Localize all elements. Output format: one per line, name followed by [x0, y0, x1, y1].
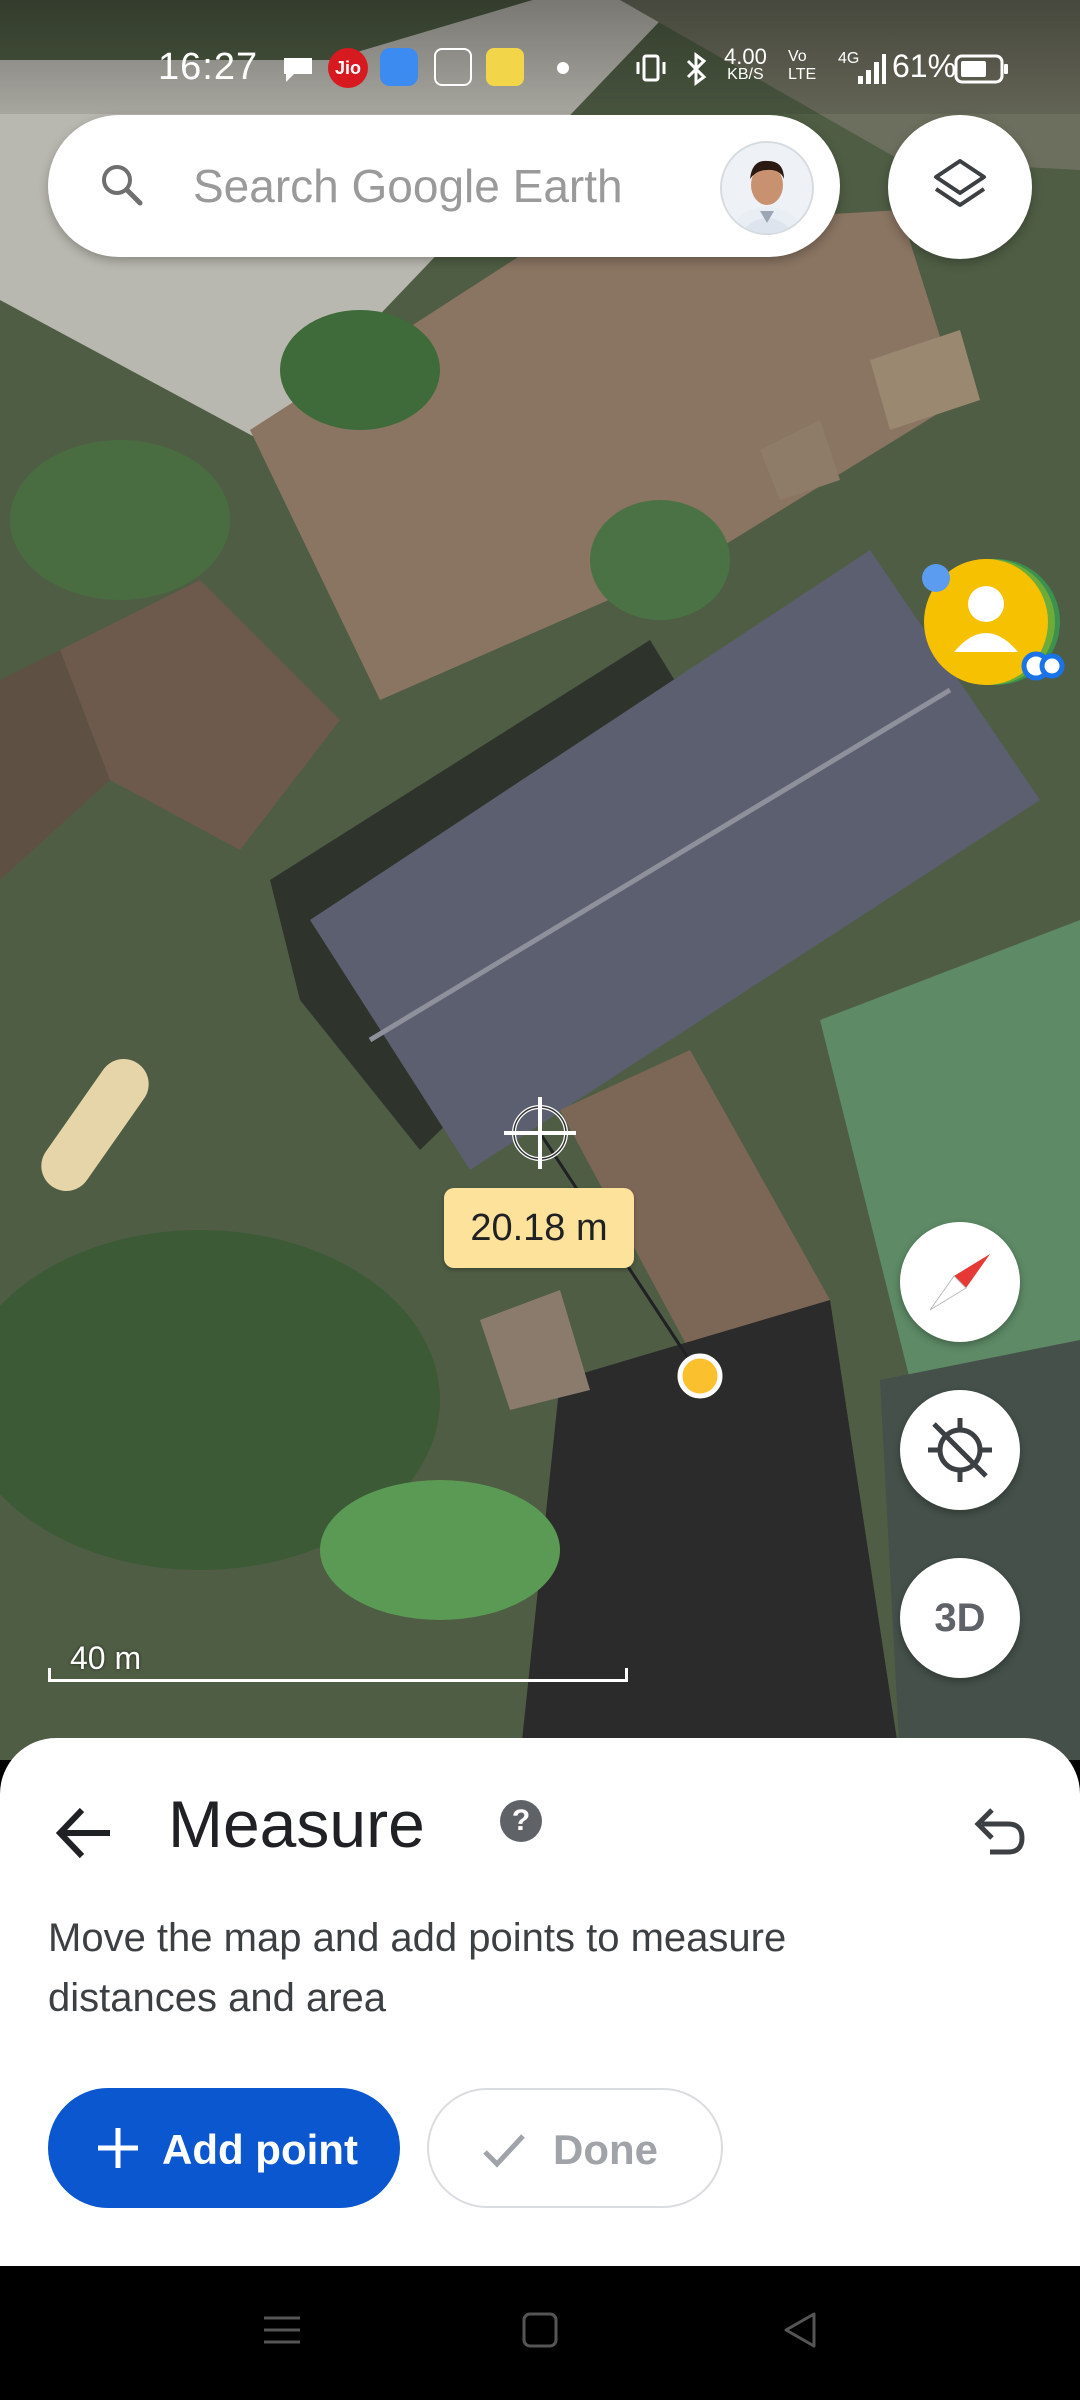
3d-toggle-button[interactable]: 3D: [900, 1558, 1020, 1678]
chat-icon: [284, 58, 312, 82]
measure-point-marker: [677, 1353, 723, 1399]
compass-icon: [929, 1254, 990, 1311]
distance-label: 20.18 m: [444, 1188, 634, 1268]
status-time: 16:27: [158, 46, 259, 88]
vibrate-icon: [636, 54, 666, 82]
scale-bar: [48, 1668, 628, 1682]
network-speed: 4.00 KB/S: [724, 44, 767, 84]
signal-icon: [858, 54, 886, 84]
battery-icon: [954, 54, 1008, 84]
bluetooth-icon: [686, 52, 707, 86]
status-bar: 16:27 Jio 4.00 KB/S Vo LTE 4G 61%: [0, 0, 1080, 114]
crosshair-icon: [504, 1097, 576, 1169]
more-notifications-dot-icon: [557, 62, 569, 74]
help-icon[interactable]: ?: [500, 1800, 542, 1842]
home-nav-icon[interactable]: [520, 2310, 560, 2350]
search-icon: [102, 165, 143, 206]
paytm-icon: [486, 48, 524, 86]
satellite-map[interactable]: 20.18 m 40 m: [0, 0, 1080, 1760]
menu-nav-icon[interactable]: [262, 2310, 302, 2350]
instruction-text: Move the map and add points to measure d…: [48, 1916, 787, 2020]
battery-percent: 61%: [892, 48, 957, 84]
back-nav-icon[interactable]: [780, 2310, 820, 2350]
app-icon: [380, 48, 418, 86]
search-input[interactable]: Search Google Earth: [193, 159, 623, 213]
compass-button[interactable]: [900, 1222, 1020, 1342]
add-point-button[interactable]: Add point: [48, 2088, 400, 2208]
done-label: Done: [553, 2126, 658, 2173]
sheet-title: Measure: [168, 1787, 425, 1861]
voyager-avatar-button[interactable]: [918, 556, 1068, 696]
person-icon: [922, 559, 1065, 685]
plus-icon: [98, 2128, 138, 2168]
layers-icon: [934, 159, 986, 207]
profile-photo: [722, 143, 812, 233]
avatar[interactable]: [720, 141, 814, 235]
back-arrow-icon[interactable]: [50, 1798, 120, 1868]
measure-sheet: Measure ? Move the map and add points to…: [0, 1738, 1080, 2266]
add-point-label: Add point: [162, 2126, 358, 2173]
done-button[interactable]: Done: [427, 2088, 723, 2208]
check-icon: [483, 2134, 525, 2168]
measure-overlay: [504, 1097, 723, 1399]
3d-label: 3D: [934, 1596, 986, 1640]
location-off-icon: [928, 1418, 992, 1482]
layers-button[interactable]: [888, 115, 1032, 259]
grid-app-icon: [434, 48, 472, 86]
search-bar[interactable]: Search Google Earth: [48, 115, 840, 257]
volte-icon: Vo LTE: [788, 48, 817, 83]
jio-icon: Jio: [328, 48, 368, 88]
system-nav-bar: [0, 2266, 1080, 2400]
undo-icon[interactable]: [962, 1796, 1032, 1866]
my-location-button[interactable]: [900, 1390, 1020, 1510]
